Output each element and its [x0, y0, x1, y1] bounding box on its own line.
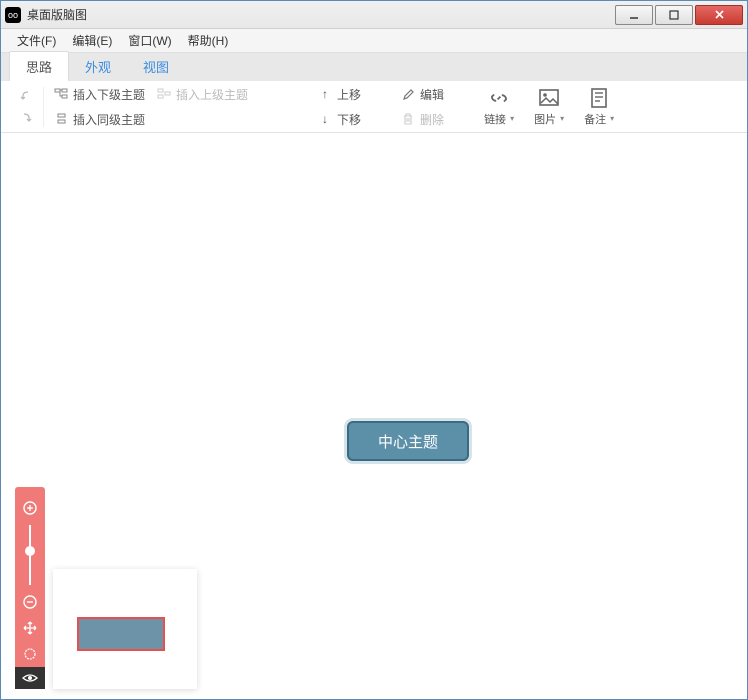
link-icon: [488, 87, 510, 109]
tab-appearance[interactable]: 外观: [69, 52, 127, 81]
app-window: oo 桌面版脑图 文件(F) 编辑(E) 窗口(W) 帮助(H) 思路 外观 视…: [0, 0, 748, 700]
move-up-label: 上移: [337, 86, 361, 103]
maximize-icon: [669, 10, 679, 20]
ribbon-tabs: 思路 外观 视图: [1, 53, 747, 81]
insert-sibling-label: 插入同级主题: [73, 111, 145, 128]
central-topic-node[interactable]: 中心主题: [347, 421, 469, 461]
move-down-button[interactable]: ↓ 下移: [314, 109, 365, 130]
note-icon: [588, 87, 610, 109]
redo-button[interactable]: [15, 109, 37, 127]
menubar: 文件(F) 编辑(E) 窗口(W) 帮助(H): [1, 29, 747, 53]
tab-view[interactable]: 视图: [127, 52, 185, 81]
app-icon: oo: [5, 7, 21, 23]
minimize-button[interactable]: [615, 5, 653, 25]
insert-section: 插入下级主题 插入上级主题 插入同级主题: [44, 84, 258, 130]
link-tool[interactable]: 链接: [474, 85, 524, 129]
move-up-button[interactable]: ↑ 上移: [314, 84, 365, 105]
pan-button[interactable]: [20, 618, 40, 638]
arrow-up-icon: ↑: [318, 87, 332, 101]
insert-parent-button[interactable]: 插入上级主题: [153, 84, 252, 105]
delete-label: 删除: [420, 111, 444, 128]
zoom-in-button[interactable]: [20, 498, 40, 518]
zoom-slider[interactable]: [29, 525, 31, 585]
move-icon: [22, 620, 38, 636]
minimap[interactable]: [53, 569, 197, 689]
menu-edit[interactable]: 编辑(E): [64, 30, 120, 51]
insert-child-label: 插入下级主题: [73, 86, 145, 103]
close-button[interactable]: [695, 5, 743, 25]
image-label: 图片: [534, 111, 564, 127]
zoom-panel: [15, 487, 45, 689]
link-label: 链接: [484, 111, 514, 127]
eye-icon: [22, 672, 38, 684]
pencil-icon: [401, 87, 415, 101]
canvas[interactable]: 中心主题: [1, 133, 747, 699]
target-icon: [22, 646, 38, 662]
menu-help[interactable]: 帮助(H): [180, 30, 237, 51]
history-section: [9, 87, 44, 127]
move-section: ↑ 上移 ↓ 下移: [308, 84, 371, 130]
trash-icon: [401, 112, 415, 126]
insert-sibling-button[interactable]: 插入同级主题: [50, 109, 252, 130]
minimap-viewport[interactable]: [77, 617, 165, 651]
window-title: 桌面版脑图: [27, 6, 613, 23]
move-down-label: 下移: [337, 111, 361, 128]
edit-section: 编辑 删除: [391, 84, 454, 130]
insert-child-icon: [54, 87, 68, 101]
maximize-button[interactable]: [655, 5, 693, 25]
zoom-thumb[interactable]: [25, 546, 35, 556]
insert-sibling-icon: [54, 112, 68, 126]
locate-button[interactable]: [20, 644, 40, 664]
note-label: 备注: [584, 111, 614, 127]
minus-circle-icon: [22, 594, 38, 610]
image-icon: [538, 87, 560, 109]
delete-button[interactable]: 删除: [397, 109, 448, 130]
window-controls: [613, 5, 743, 25]
redo-icon: [19, 111, 33, 125]
menu-window[interactable]: 窗口(W): [120, 30, 179, 51]
minimize-icon: [629, 10, 639, 20]
insert-child-button[interactable]: 插入下级主题: [50, 84, 149, 105]
titlebar: oo 桌面版脑图: [1, 1, 747, 29]
note-tool[interactable]: 备注: [574, 85, 624, 129]
tab-thought[interactable]: 思路: [9, 51, 69, 81]
menu-file[interactable]: 文件(F): [9, 30, 64, 51]
ribbon: 插入下级主题 插入上级主题 插入同级主题 ↑ 上移 ↓ 下移: [1, 81, 747, 133]
edit-button[interactable]: 编辑: [397, 84, 448, 105]
close-icon: [714, 9, 725, 20]
image-tool[interactable]: 图片: [524, 85, 574, 129]
undo-button[interactable]: [15, 87, 37, 105]
undo-icon: [19, 89, 33, 103]
plus-circle-icon: [22, 500, 38, 516]
arrow-down-icon: ↓: [318, 112, 332, 126]
edit-label: 编辑: [420, 86, 444, 103]
zoom-out-button[interactable]: [20, 592, 40, 612]
insert-parent-icon: [157, 87, 171, 101]
insert-parent-label: 插入上级主题: [176, 86, 248, 103]
minimap-toggle-button[interactable]: [15, 667, 45, 689]
